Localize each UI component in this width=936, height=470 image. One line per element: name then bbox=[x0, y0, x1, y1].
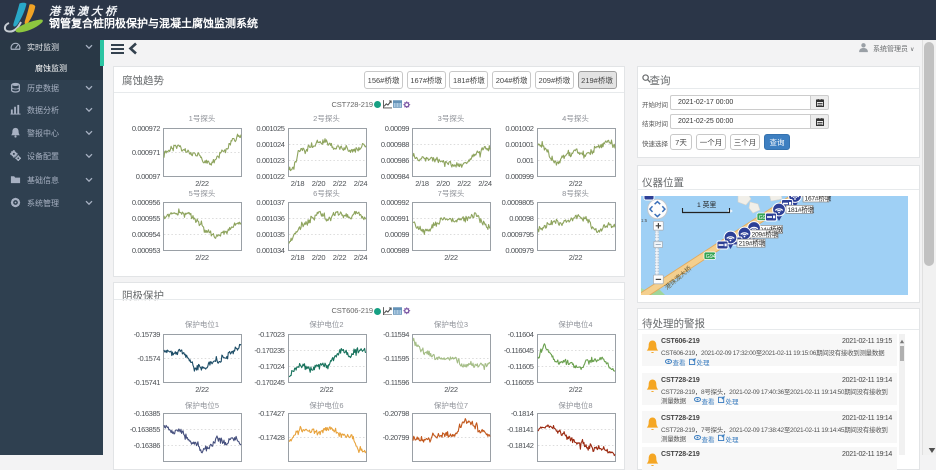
svg-text:209#桥墩: 209#桥墩 bbox=[752, 230, 779, 239]
svg-text:G94: G94 bbox=[706, 254, 716, 260]
svg-text:1 英里: 1 英里 bbox=[697, 200, 716, 209]
svg-text:1:5: 1:5 bbox=[641, 218, 648, 223]
svg-text:167#桥墩: 167#桥墩 bbox=[805, 196, 832, 203]
svg-text:181#桥墩: 181#桥墩 bbox=[788, 205, 815, 214]
svg-text:219#桥墩: 219#桥墩 bbox=[739, 239, 766, 248]
